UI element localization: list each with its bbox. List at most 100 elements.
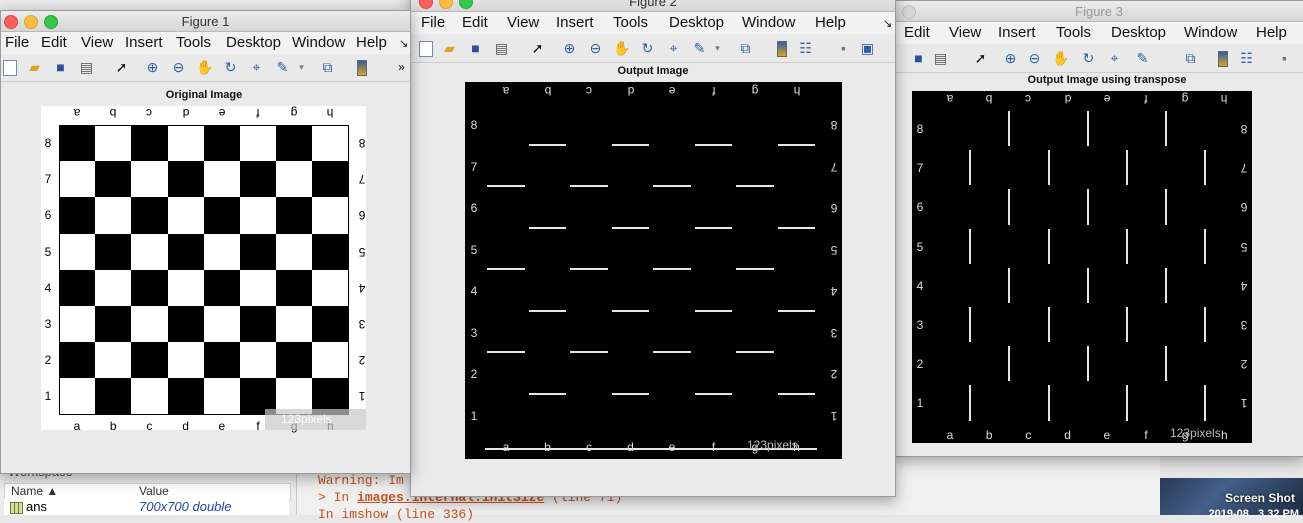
figure-1-window[interactable]: Figure 1 File Edit View Insert Tools Des… — [0, 10, 411, 474]
menu-desktop[interactable]: Desktop — [1111, 24, 1166, 41]
link-plot-icon[interactable]: ⧉ — [319, 59, 336, 76]
menu-insert[interactable]: Insert — [556, 14, 594, 31]
colorbar-icon[interactable] — [357, 60, 367, 76]
figure-3-titlebar[interactable]: Figure 3 — [894, 1, 1303, 22]
edge-line — [1126, 385, 1128, 421]
zoom-in-icon[interactable]: ⊕ — [144, 59, 161, 76]
pan-icon[interactable]: ✋ — [1052, 50, 1069, 67]
zoom-in-icon[interactable]: ⊕ — [561, 40, 578, 57]
menu-tools[interactable]: Tools — [176, 34, 211, 51]
output-image-transpose[interactable]: a a b b c c d d e e f f g g h h 8 8 7 7 6 6 5 5 4 4 3 3 2 2 1 1 123pixel… — [912, 91, 1252, 443]
data-cursor-icon[interactable]: ⌖ — [665, 40, 682, 57]
save-icon[interactable]: ■ — [910, 50, 927, 67]
colorbar-icon[interactable] — [777, 41, 787, 57]
file-label-top: g — [290, 106, 298, 120]
menu-window[interactable]: Window — [292, 34, 345, 51]
workspace-col-value[interactable]: Value — [139, 484, 169, 498]
brush-icon[interactable]: ✎ — [691, 40, 708, 57]
menu-file[interactable]: File — [421, 14, 445, 31]
open-icon[interactable]: ▰ — [441, 40, 458, 57]
original-image[interactable]: aabbccddeeffgghh8877665544332211123pixel… — [41, 106, 366, 433]
rank-label-right: 8 — [358, 136, 365, 150]
workspace-col-name[interactable]: Name ▲ — [11, 484, 58, 498]
rotate-icon[interactable]: ↻ — [1080, 50, 1097, 67]
menu-overflow-icon[interactable]: ↘ — [883, 17, 892, 30]
figure-1-titlebar[interactable]: Figure 1 — [1, 11, 410, 32]
legend-icon[interactable]: ☷ — [1238, 50, 1255, 67]
menu-help[interactable]: Help — [1256, 24, 1287, 41]
brush-icon[interactable]: ✎ — [1134, 50, 1151, 67]
pointer-icon[interactable]: ➚ — [972, 50, 989, 67]
menu-view[interactable]: View — [81, 34, 113, 51]
menu-help[interactable]: Help — [356, 34, 387, 51]
menu-view[interactable]: View — [507, 14, 539, 31]
menu-view[interactable]: View — [949, 24, 981, 41]
rank-label-right: 7 — [358, 172, 365, 187]
legend-icon[interactable]: ☷ — [797, 40, 814, 57]
file-label-top: g — [751, 84, 759, 98]
link-plot-icon[interactable]: ⧉ — [1182, 50, 1199, 67]
pan-icon[interactable]: ✋ — [613, 40, 630, 57]
show-plot-tools-icon[interactable]: ▣ — [859, 40, 876, 57]
link-plot-icon[interactable]: ⧉ — [737, 40, 754, 57]
hide-plot-tools-icon[interactable]: ▪ — [835, 40, 852, 57]
save-icon[interactable]: ■ — [52, 59, 69, 76]
brush-dropdown-icon[interactable]: ▾ — [293, 59, 310, 76]
output-image[interactable]: a a b b c c d d e e f f g g h h 8 8 7 7 6 6 5 5 4 4 3 3 2 2 1 1 123pixel… — [465, 82, 842, 459]
rank-label-left: 8 — [470, 118, 478, 132]
rank-label-left: 3 — [44, 317, 52, 331]
edge-line — [736, 351, 774, 353]
colorbar-icon[interactable] — [1218, 51, 1228, 67]
pointer-icon[interactable]: ➚ — [529, 40, 546, 57]
zoom-in-icon[interactable]: ⊕ — [1002, 50, 1019, 67]
rank-label-right: 5 — [358, 244, 365, 259]
menu-tools[interactable]: Tools — [1056, 24, 1091, 41]
hide-plot-tools-icon[interactable]: ▪ — [1276, 50, 1293, 67]
rank-label-right: 5 — [1240, 239, 1248, 254]
desktop-screenshot-thumbnail[interactable]: Screen Shot 2019-08...3.32 PM — [1160, 478, 1303, 520]
workspace-row[interactable]: ans 700x700 double — [4, 499, 289, 515]
rotate-icon[interactable]: ↻ — [222, 59, 239, 76]
menu-window[interactable]: Window — [1184, 24, 1237, 41]
menu-edit[interactable]: Edit — [904, 24, 930, 41]
menu-insert[interactable]: Insert — [998, 24, 1036, 41]
menu-insert[interactable]: Insert — [125, 34, 163, 51]
menu-help[interactable]: Help — [815, 14, 846, 31]
zoom-out-icon[interactable]: ⊖ — [1026, 50, 1043, 67]
menu-window[interactable]: Window — [742, 14, 795, 31]
data-cursor-icon[interactable]: ⌖ — [248, 59, 265, 76]
menu-edit[interactable]: Edit — [41, 34, 67, 51]
toolbar-overflow-icon[interactable]: » — [393, 59, 410, 76]
save-icon[interactable]: ■ — [467, 40, 484, 57]
rotate-icon[interactable]: ↻ — [639, 40, 656, 57]
menu-tools[interactable]: Tools — [613, 14, 648, 31]
print-icon[interactable]: ▤ — [932, 50, 949, 67]
menu-file[interactable]: File — [5, 34, 29, 51]
menu-desktop[interactable]: Desktop — [226, 34, 281, 51]
rank-label-right: 6 — [358, 208, 365, 223]
zoom-out-icon[interactable]: ⊖ — [170, 59, 187, 76]
rank-label-left: 4 — [470, 284, 478, 298]
menu-edit[interactable]: Edit — [462, 14, 488, 31]
thumbnail-sublabel: 2019-08...3.32 PM — [1208, 508, 1299, 520]
pointer-icon[interactable]: ➚ — [113, 59, 130, 76]
new-figure-icon[interactable] — [3, 60, 17, 76]
print-icon[interactable]: ▤ — [78, 59, 95, 76]
menu-desktop[interactable]: Desktop — [669, 14, 724, 31]
menu-overflow-icon[interactable]: ↘ — [399, 37, 408, 50]
edge-line — [777, 143, 815, 146]
figure-2-titlebar[interactable]: Figure 2 — [411, 0, 895, 12]
brush-icon[interactable]: ✎ — [274, 59, 291, 76]
edge-line — [1165, 189, 1168, 225]
data-cursor-icon[interactable]: ⌖ — [1106, 50, 1123, 67]
figure-2-window[interactable]: Figure 2 File Edit View Insert Tools Des… — [410, 0, 896, 497]
figure-2-toolbar: ▰ ■ ▤ ➚ ⊕ ⊖ ✋ ↻ ⌖ ✎ ▾ ⧉ ☷ ▪ ▣ — [411, 36, 895, 63]
edge-line — [1086, 189, 1089, 225]
open-icon[interactable]: ▰ — [26, 59, 43, 76]
brush-dropdown-icon[interactable]: ▾ — [709, 40, 726, 57]
zoom-out-icon[interactable]: ⊖ — [587, 40, 604, 57]
print-icon[interactable]: ▤ — [493, 40, 510, 57]
figure-3-window[interactable]: Figure 3 Edit View Insert Tools Desktop … — [893, 0, 1303, 457]
pan-icon[interactable]: ✋ — [196, 59, 213, 76]
new-figure-icon[interactable] — [419, 41, 433, 57]
